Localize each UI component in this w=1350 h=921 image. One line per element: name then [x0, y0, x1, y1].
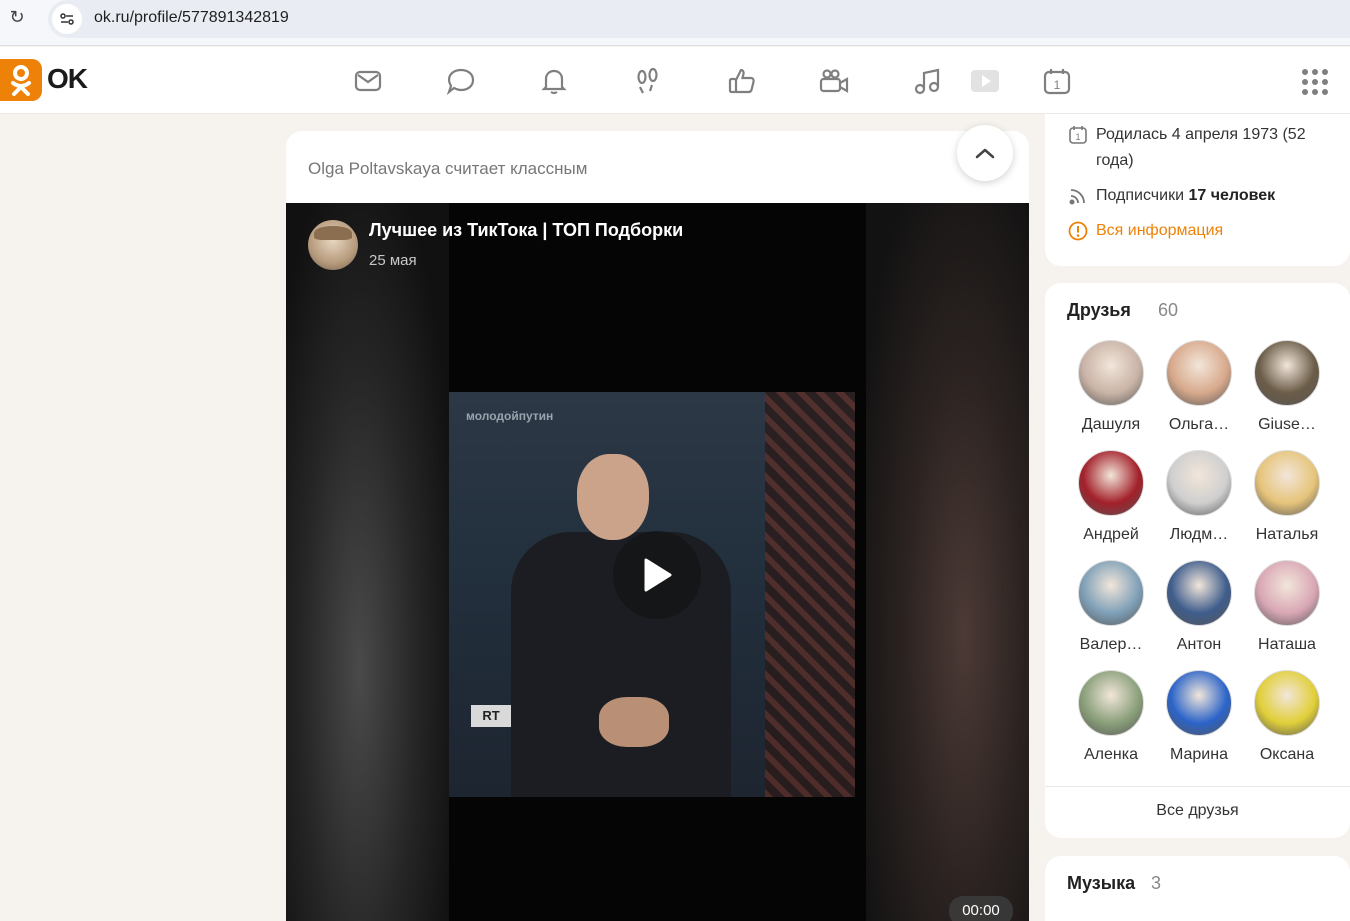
collapse-button[interactable]	[957, 125, 1013, 181]
friend-avatar[interactable]	[1254, 670, 1320, 736]
friend-item[interactable]: Giuse…	[1243, 340, 1331, 434]
chat-icon[interactable]	[445, 65, 477, 97]
stage-lights	[765, 392, 855, 797]
all-info-link[interactable]: Вся информация	[1068, 218, 1223, 244]
friend-name[interactable]: Андрей	[1067, 526, 1155, 544]
video-camera-icon[interactable]	[818, 65, 850, 97]
video-duration-badge: 00:00	[949, 896, 1013, 921]
bell-icon[interactable]	[538, 65, 570, 97]
friend-avatar[interactable]	[1078, 560, 1144, 626]
friend-avatar[interactable]	[1166, 450, 1232, 516]
thumbs-up-icon[interactable]	[726, 65, 758, 97]
group-name-link[interactable]: Лучшее из ТикТока | ТОП Подборки	[369, 220, 683, 241]
video-player[interactable]: молодойпутин RT Лучшее из ТикТока | ТОП …	[286, 203, 1029, 921]
friend-item[interactable]: Марина	[1155, 670, 1243, 764]
friend-avatar[interactable]	[1166, 670, 1232, 736]
friend-avatar[interactable]	[1078, 450, 1144, 516]
friend-item[interactable]: Антон	[1155, 560, 1243, 654]
ok-logo-icon[interactable]	[0, 59, 42, 101]
video-watermark: молодойпутин	[466, 409, 554, 423]
friend-name[interactable]: Людм…	[1155, 526, 1243, 544]
chevron-up-icon	[975, 148, 995, 159]
friend-name[interactable]: Наталья	[1243, 526, 1331, 544]
birth-info: 1 Родилась 4 апреля 1973 (52 года)	[1068, 122, 1338, 174]
divider	[1045, 786, 1350, 787]
reload-icon[interactable]: ↻	[6, 6, 28, 28]
friend-item[interactable]: Андрей	[1067, 450, 1155, 544]
subscribers-count: 17 человек	[1188, 187, 1276, 204]
activity-text[interactable]: Olga Poltavskaya считает классным	[308, 159, 587, 179]
video-blur-left	[286, 203, 449, 921]
friend-name[interactable]: Валер…	[1067, 636, 1155, 654]
friend-avatar[interactable]	[1254, 450, 1320, 516]
music-card: Музыка 3	[1045, 856, 1350, 921]
feed-card: Olga Poltavskaya считает классным молодо…	[286, 131, 1029, 921]
site-settings-icon[interactable]	[52, 4, 82, 34]
video-blur-right	[866, 203, 1029, 921]
friend-name[interactable]: Оксана	[1243, 746, 1331, 764]
friend-item[interactable]: Дашуля	[1067, 340, 1155, 434]
friends-title[interactable]: Друзья	[1067, 300, 1131, 321]
friend-item[interactable]: Валер…	[1067, 560, 1155, 654]
friend-name[interactable]: Наташа	[1243, 636, 1331, 654]
mail-icon[interactable]	[352, 65, 384, 97]
friend-name[interactable]: Марина	[1155, 746, 1243, 764]
friend-avatar[interactable]	[1166, 340, 1232, 406]
music-title[interactable]: Музыка	[1067, 873, 1135, 894]
apps-grid-icon[interactable]	[1302, 69, 1328, 95]
subscribers-label: Подписчики	[1096, 187, 1185, 204]
person-hand	[599, 697, 669, 747]
browser-address-bar: ↻ ok.ru/profile/577891342819	[0, 0, 1350, 46]
play-button[interactable]	[613, 531, 701, 619]
info-icon	[1068, 221, 1088, 241]
profile-info-card: 1 Родилась 4 апреля 1973 (52 года) Подпи…	[1045, 114, 1350, 266]
subscribers-info[interactable]: Подписчики 17 человек	[1068, 183, 1275, 209]
calendar-small-icon: 1	[1069, 126, 1087, 144]
friend-item[interactable]: Ольга…	[1155, 340, 1243, 434]
video-play-icon[interactable]	[969, 65, 1001, 97]
friend-item[interactable]: Аленка	[1067, 670, 1155, 764]
friend-item[interactable]: Оксана	[1243, 670, 1331, 764]
birth-text: Родилась 4 апреля 1973 (52 года)	[1096, 126, 1306, 169]
post-date: 25 мая	[369, 252, 417, 269]
friend-name[interactable]: Аленка	[1067, 746, 1155, 764]
friends-card: Друзья 60 Дашуля Ольга… Giuse… Андрей Лю…	[1045, 283, 1350, 838]
friend-item[interactable]: Людм…	[1155, 450, 1243, 544]
play-icon	[644, 558, 672, 592]
friend-avatar[interactable]	[1254, 340, 1320, 406]
url-text[interactable]: ok.ru/profile/577891342819	[94, 9, 289, 27]
friend-item[interactable]: Наталья	[1243, 450, 1331, 544]
ok-header: OK 1	[0, 47, 1350, 114]
footprints-icon[interactable]	[632, 65, 664, 97]
friend-name[interactable]: Ольга…	[1155, 416, 1243, 434]
friend-item[interactable]: Наташа	[1243, 560, 1331, 654]
music-note-icon[interactable]	[912, 65, 944, 97]
friend-name[interactable]: Антон	[1155, 636, 1243, 654]
friend-name[interactable]: Giuse…	[1243, 416, 1331, 434]
friend-avatar[interactable]	[1078, 340, 1144, 406]
all-friends-link[interactable]: Все друзья	[1045, 802, 1350, 820]
friends-count: 60	[1158, 300, 1179, 320]
person-head	[577, 454, 649, 540]
channel-logo: RT	[471, 705, 511, 727]
svg-text:1: 1	[1075, 132, 1080, 142]
friend-name[interactable]: Дашуля	[1067, 416, 1155, 434]
friend-avatar[interactable]	[1078, 670, 1144, 736]
friend-avatar[interactable]	[1254, 560, 1320, 626]
music-count: 3	[1151, 873, 1162, 893]
friend-avatar[interactable]	[1166, 560, 1232, 626]
group-avatar[interactable]	[308, 220, 358, 270]
rss-icon	[1069, 189, 1085, 205]
ok-logo-text[interactable]: OK	[47, 63, 88, 95]
all-info-text[interactable]: Вся информация	[1096, 218, 1223, 244]
svg-text:1: 1	[1054, 78, 1061, 92]
calendar-icon[interactable]: 1	[1041, 65, 1073, 97]
